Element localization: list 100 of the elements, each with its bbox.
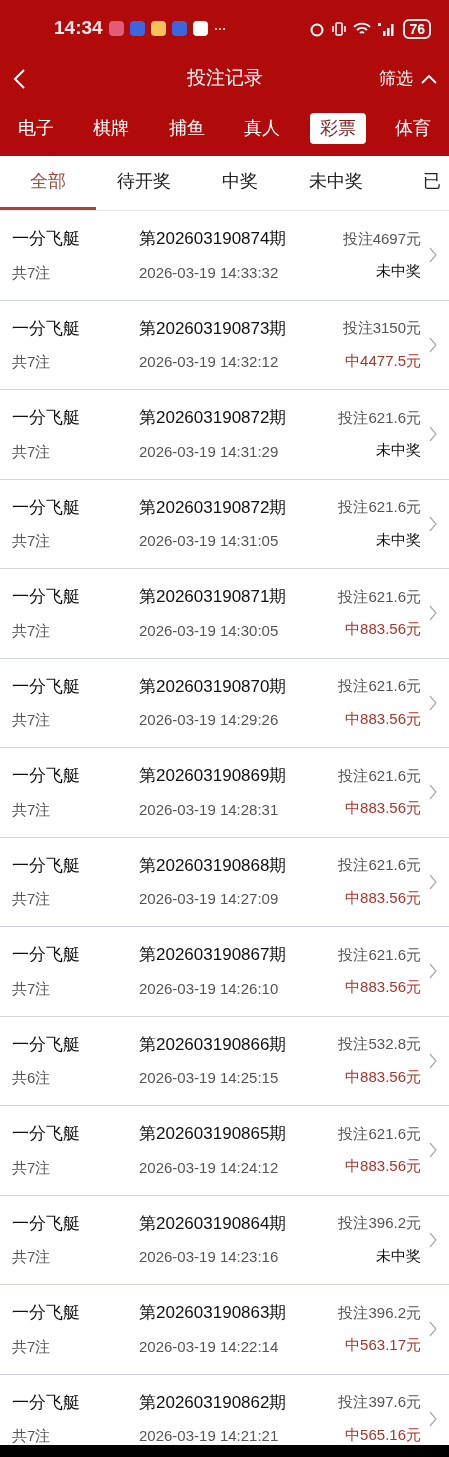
bet-count: 共7注 bbox=[12, 710, 52, 731]
app-notification-icon bbox=[192, 21, 208, 36]
result-text: 未中奖 bbox=[376, 1245, 421, 1266]
category-tab[interactable]: 电子 bbox=[8, 112, 64, 144]
battery-indicator: 76 bbox=[403, 18, 431, 39]
issue-number: 第202603190872期 bbox=[139, 496, 288, 519]
chevron-right-icon bbox=[429, 1321, 437, 1338]
issue-number: 第202603190874期 bbox=[139, 228, 288, 251]
category-tab[interactable]: 棋牌 bbox=[83, 112, 140, 144]
issue-number: 第202603190864期 bbox=[139, 1212, 288, 1235]
filter-button[interactable]: 筛选 bbox=[379, 65, 437, 92]
bet-count: 共7注 bbox=[12, 1336, 52, 1357]
bet-record-row[interactable]: 一分飞艇 共7注 第202603190868期 2026-03-19 14:27:09 投注621.6元 中883.56元 bbox=[0, 837, 449, 927]
wifi-icon bbox=[353, 21, 372, 36]
bet-count: 共7注 bbox=[12, 262, 52, 283]
bet-record-row[interactable]: 一分飞艇 共7注 第202603190872期 2026-03-19 14:31:05 投注621.6元 未中奖 bbox=[0, 479, 449, 569]
chevron-right-icon bbox=[429, 1052, 437, 1069]
bet-time: 2026-03-19 14:27:09 bbox=[139, 889, 280, 910]
game-name: 一分飞艇 bbox=[12, 317, 81, 340]
chevron-right-icon bbox=[429, 1231, 437, 1248]
category-tab[interactable]: 彩票 bbox=[309, 112, 366, 144]
game-name: 一分飞艇 bbox=[12, 228, 81, 251]
issue-number: 第202603190863期 bbox=[139, 1302, 288, 1325]
bet-time: 2026-03-19 14:24:12 bbox=[139, 1157, 280, 1178]
bet-record-row[interactable]: 一分飞艇 共7注 第202603190870期 2026-03-19 14:29:26 投注621.6元 中883.56元 bbox=[0, 658, 449, 748]
status-tab[interactable]: 中奖 bbox=[192, 156, 288, 210]
chevron-right-icon bbox=[429, 605, 437, 622]
clock-time: 14:34 bbox=[54, 16, 103, 41]
chevron-up-icon bbox=[421, 73, 437, 84]
issue-number: 第202603190871期 bbox=[139, 586, 288, 609]
result-text: 中883.56元 bbox=[345, 1156, 421, 1177]
bet-time: 2026-03-19 14:31:29 bbox=[139, 441, 280, 462]
game-name: 一分飞艇 bbox=[12, 944, 81, 967]
bet-count: 共7注 bbox=[12, 978, 52, 999]
stake-amount: 投注396.2元 bbox=[338, 1302, 421, 1323]
issue-number: 第202603190872期 bbox=[139, 407, 288, 430]
issue-number: 第202603190867期 bbox=[139, 944, 288, 967]
stake-amount: 投注621.6元 bbox=[338, 497, 421, 518]
game-name: 一分飞艇 bbox=[12, 1391, 81, 1414]
status-tab[interactable]: 待开奖 bbox=[96, 156, 192, 210]
chevron-right-icon bbox=[429, 1410, 437, 1427]
result-text: 未中奖 bbox=[376, 440, 421, 461]
game-name: 一分飞艇 bbox=[12, 854, 81, 877]
issue-number: 第202603190869期 bbox=[139, 765, 288, 788]
stake-amount: 投注4697元 bbox=[342, 228, 421, 249]
issue-number: 第202603190862期 bbox=[139, 1391, 288, 1414]
bet-record-row[interactable]: 一分飞艇 共7注 第202603190867期 2026-03-19 14:26:10 投注621.6元 中883.56元 bbox=[0, 927, 449, 1017]
bet-record-row[interactable]: 一分飞艇 共7注 第202603190863期 2026-03-19 14:22:14 投注396.2元 中563.17元 bbox=[0, 1285, 449, 1375]
app-notification-icon bbox=[108, 21, 124, 36]
stake-amount: 投注621.6元 bbox=[338, 855, 421, 876]
bet-time: 2026-03-19 14:22:14 bbox=[139, 1336, 280, 1357]
back-icon[interactable] bbox=[12, 67, 26, 90]
app-notification-icon bbox=[171, 21, 187, 36]
bet-count: 共7注 bbox=[12, 531, 52, 552]
bet-record-row[interactable]: 一分飞艇 共7注 第202603190864期 2026-03-19 14:23:16 投注396.2元 未中奖 bbox=[0, 1195, 449, 1285]
app-notification-icon bbox=[150, 21, 166, 36]
issue-number: 第202603190865期 bbox=[139, 1123, 288, 1146]
app-notification-icon bbox=[129, 21, 145, 36]
status-tab[interactable]: 已 bbox=[384, 156, 449, 210]
more-icon bbox=[213, 26, 226, 31]
stake-amount: 投注532.8元 bbox=[338, 1034, 421, 1055]
result-text: 中883.56元 bbox=[345, 1066, 421, 1087]
game-name: 一分飞艇 bbox=[12, 765, 81, 788]
vibrate-icon bbox=[331, 20, 348, 37]
game-name: 一分飞艇 bbox=[12, 407, 81, 430]
bet-record-row[interactable]: 一分飞艇 共6注 第202603190866期 2026-03-19 14:25:15 投注532.8元 中883.56元 bbox=[0, 1016, 449, 1106]
bet-count: 共7注 bbox=[12, 441, 52, 462]
status-tab[interactable]: 全部 bbox=[0, 156, 96, 210]
result-text: 中565.16元 bbox=[345, 1424, 421, 1445]
bet-record-row[interactable]: 一分飞艇 共7注 第202603190873期 2026-03-19 14:32:12 投注3150元 中4477.5元 bbox=[0, 300, 449, 390]
bet-time: 2026-03-19 14:33:32 bbox=[139, 262, 280, 283]
chevron-right-icon bbox=[429, 336, 437, 353]
chevron-right-icon bbox=[429, 247, 437, 264]
bet-record-row[interactable]: 一分飞艇 共7注 第202603190869期 2026-03-19 14:28:31 投注621.6元 中883.56元 bbox=[0, 748, 449, 838]
bet-record-row[interactable]: 一分飞艇 共7注 第202603190874期 2026-03-19 14:33:32 投注4697元 未中奖 bbox=[0, 211, 449, 301]
status-tab[interactable]: 未中奖 bbox=[288, 156, 384, 210]
bet-time: 2026-03-19 14:25:15 bbox=[139, 1068, 280, 1089]
result-text: 中883.56元 bbox=[345, 977, 421, 998]
result-text: 中563.17元 bbox=[345, 1335, 421, 1356]
result-text: 中883.56元 bbox=[345, 619, 421, 640]
bet-count: 共7注 bbox=[12, 1247, 52, 1268]
category-tab[interactable]: 捕鱼 bbox=[158, 112, 215, 144]
bet-count: 共7注 bbox=[12, 620, 52, 641]
result-text: 未中奖 bbox=[376, 261, 421, 282]
stake-amount: 投注621.6元 bbox=[338, 407, 421, 428]
bet-count: 共7注 bbox=[12, 889, 52, 910]
game-name: 一分飞艇 bbox=[12, 496, 81, 519]
bet-count: 共6注 bbox=[12, 1068, 52, 1089]
chevron-right-icon bbox=[429, 515, 437, 532]
game-name: 一分飞艇 bbox=[12, 1212, 81, 1235]
bet-count: 共7注 bbox=[12, 1426, 52, 1445]
stake-amount: 投注396.2元 bbox=[338, 1213, 421, 1234]
bet-count: 共7注 bbox=[12, 799, 52, 820]
category-tab[interactable]: 体育 bbox=[384, 112, 441, 144]
category-tab[interactable]: 真人 bbox=[234, 112, 291, 144]
bet-record-row[interactable]: 一分飞艇 共7注 第202603190872期 2026-03-19 14:31:29 投注621.6元 未中奖 bbox=[0, 390, 449, 480]
game-name: 一分飞艇 bbox=[12, 1033, 81, 1056]
bet-record-row[interactable]: 一分飞艇 共7注 第202603190871期 2026-03-19 14:30:05 投注621.6元 中883.56元 bbox=[0, 569, 449, 659]
stake-amount: 投注3150元 bbox=[342, 318, 421, 339]
bet-record-row[interactable]: 一分飞艇 共7注 第202603190865期 2026-03-19 14:24:12 投注621.6元 中883.56元 bbox=[0, 1106, 449, 1196]
